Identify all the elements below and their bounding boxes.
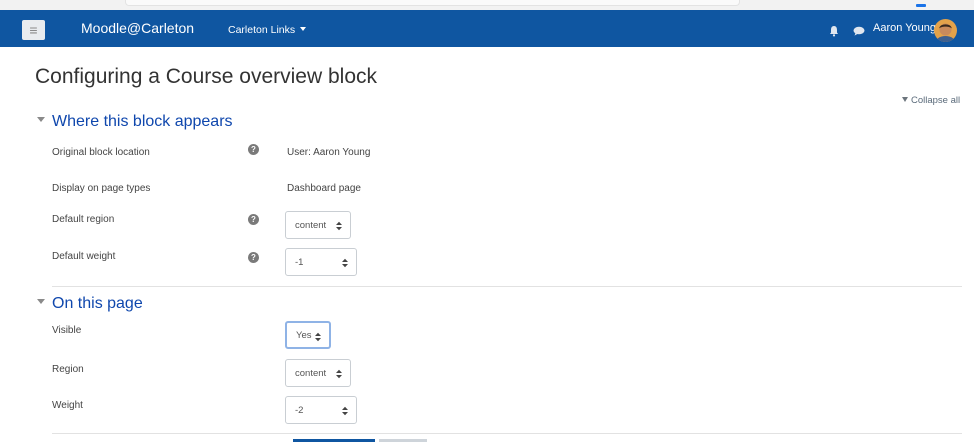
default-weight-select[interactable]: -1 <box>285 248 357 276</box>
select-arrows-icon <box>342 258 348 268</box>
display-page-types-label: Display on page types <box>52 183 151 194</box>
section-on-page-heading: On this page <box>52 295 143 312</box>
select-arrows-icon <box>336 221 342 231</box>
hamburger-icon[interactable]: ≡ <box>22 20 45 40</box>
select-arrows-icon <box>315 332 321 342</box>
original-location-label: Original block location <box>52 147 150 158</box>
avatar[interactable] <box>934 19 957 42</box>
display-page-types-value: Dashboard page <box>287 183 361 194</box>
weight-value: -2 <box>295 404 304 416</box>
section-where-header[interactable]: Where this block appears <box>37 113 233 131</box>
carleton-links-label: Carleton Links <box>228 24 296 36</box>
weight-label: Weight <box>52 400 83 411</box>
default-region-value: content <box>295 219 327 231</box>
collapse-all-link[interactable]: Collapse all <box>902 95 960 106</box>
visible-select[interactable]: Yes <box>285 321 331 349</box>
region-label: Region <box>52 364 84 375</box>
site-brand[interactable]: Moodle@Carleton <box>81 20 194 36</box>
help-icon[interactable]: ? <box>248 214 259 225</box>
bell-icon[interactable] <box>828 25 840 37</box>
region-select[interactable]: content <box>285 359 351 387</box>
page-title: Configuring a Course overview block <box>35 65 377 88</box>
visible-value: Yes <box>296 329 312 341</box>
default-region-select[interactable]: content <box>285 211 351 239</box>
address-bar[interactable] <box>125 0 740 6</box>
default-weight-value: -1 <box>295 256 304 268</box>
help-icon[interactable]: ? <box>248 144 259 155</box>
triangle-down-icon <box>902 97 908 102</box>
section-divider <box>52 433 962 434</box>
triangle-down-icon <box>37 299 45 304</box>
browser-indicator <box>916 4 926 7</box>
top-navbar: ≡ Moodle@Carleton Carleton Links Aaron Y… <box>0 10 974 47</box>
collapse-all-label: Collapse all <box>911 95 961 106</box>
weight-select[interactable]: -2 <box>285 396 357 424</box>
browser-chrome-strip <box>0 0 974 10</box>
original-location-value: User: Aaron Young <box>287 147 371 158</box>
help-icon[interactable]: ? <box>248 252 259 263</box>
user-menu-name[interactable]: Aaron Young <box>873 22 936 34</box>
section-where-heading: Where this block appears <box>52 113 233 130</box>
caret-down-icon <box>300 27 307 31</box>
default-region-label: Default region <box>52 214 115 225</box>
select-arrows-icon <box>336 369 342 379</box>
default-weight-label: Default weight <box>52 251 116 262</box>
carleton-links-menu[interactable]: Carleton Links <box>228 24 307 36</box>
region-value: content <box>295 367 327 379</box>
visible-label: Visible <box>52 325 82 336</box>
chat-bubble-icon[interactable] <box>853 26 865 36</box>
triangle-down-icon <box>37 117 45 122</box>
section-on-page-header[interactable]: On this page <box>37 295 143 313</box>
select-arrows-icon <box>342 406 348 416</box>
section-divider <box>52 286 962 287</box>
